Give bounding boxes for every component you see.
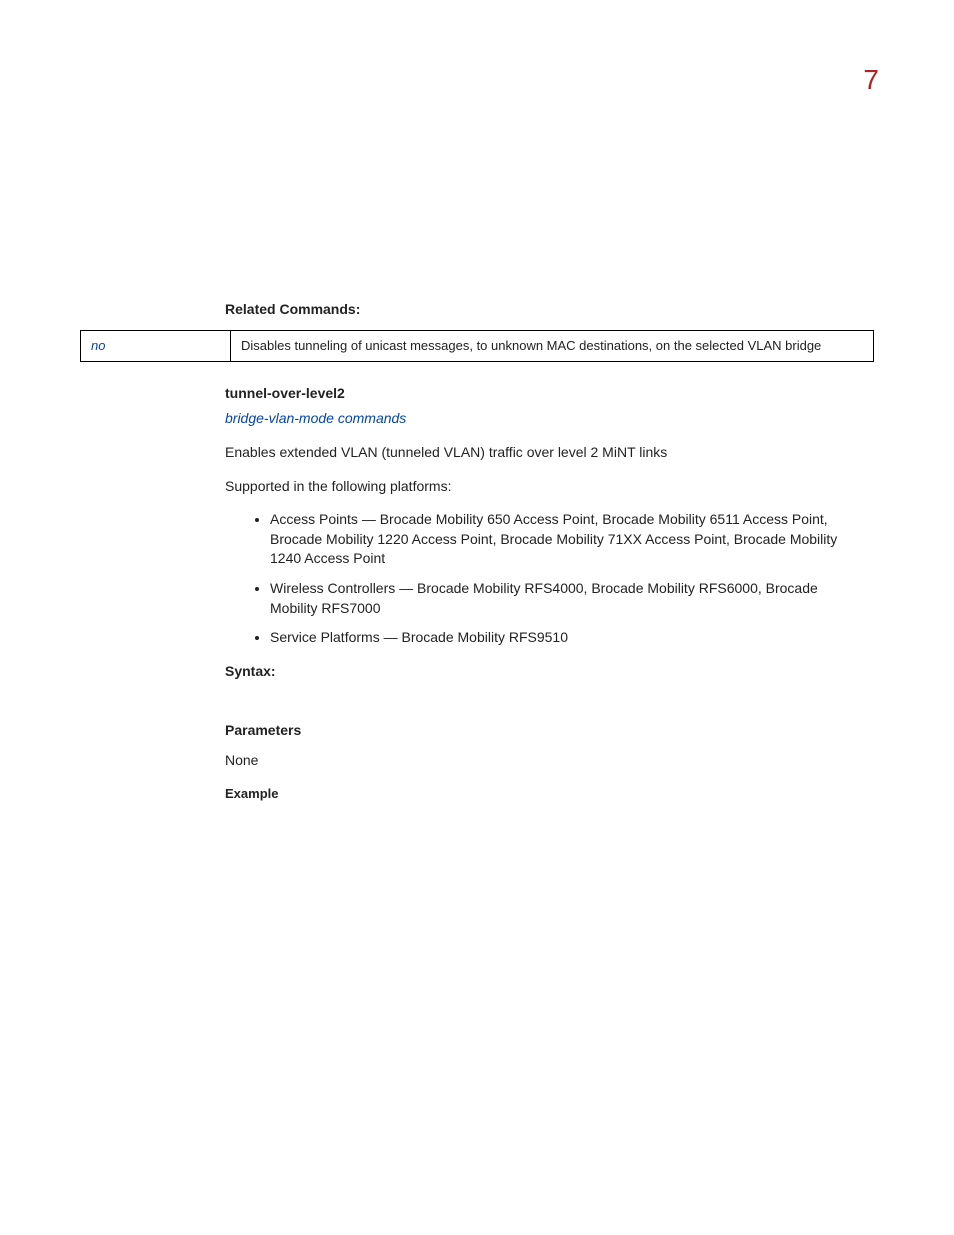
- description-text: Enables extended VLAN (tunneled VLAN) tr…: [225, 443, 874, 463]
- list-item: Wireless Controllers — Brocade Mobility …: [270, 579, 874, 618]
- platforms-list: Access Points — Brocade Mobility 650 Acc…: [270, 510, 874, 648]
- page-number: 7: [863, 60, 879, 99]
- related-commands-heading: Related Commands:: [225, 300, 874, 320]
- parameters-value: None: [225, 751, 874, 771]
- list-item: Service Platforms — Brocade Mobility RFS…: [270, 628, 874, 648]
- table-row: no Disables tunneling of unicast message…: [81, 330, 874, 361]
- parent-link[interactable]: bridge-vlan-mode commands: [225, 409, 874, 429]
- parameters-heading: Parameters: [225, 721, 874, 741]
- command-name: tunnel-over-level2: [225, 384, 874, 404]
- syntax-heading: Syntax:: [225, 662, 874, 682]
- related-cmd-desc: Disables tunneling of unicast messages, …: [231, 330, 874, 361]
- related-commands-table: no Disables tunneling of unicast message…: [80, 330, 874, 362]
- list-item: Access Points — Brocade Mobility 650 Acc…: [270, 510, 874, 569]
- example-heading: Example: [225, 785, 874, 803]
- page-content: Related Commands: no Disables tunneling …: [80, 300, 874, 803]
- supported-text: Supported in the following platforms:: [225, 477, 874, 497]
- related-cmd-name[interactable]: no: [81, 330, 231, 361]
